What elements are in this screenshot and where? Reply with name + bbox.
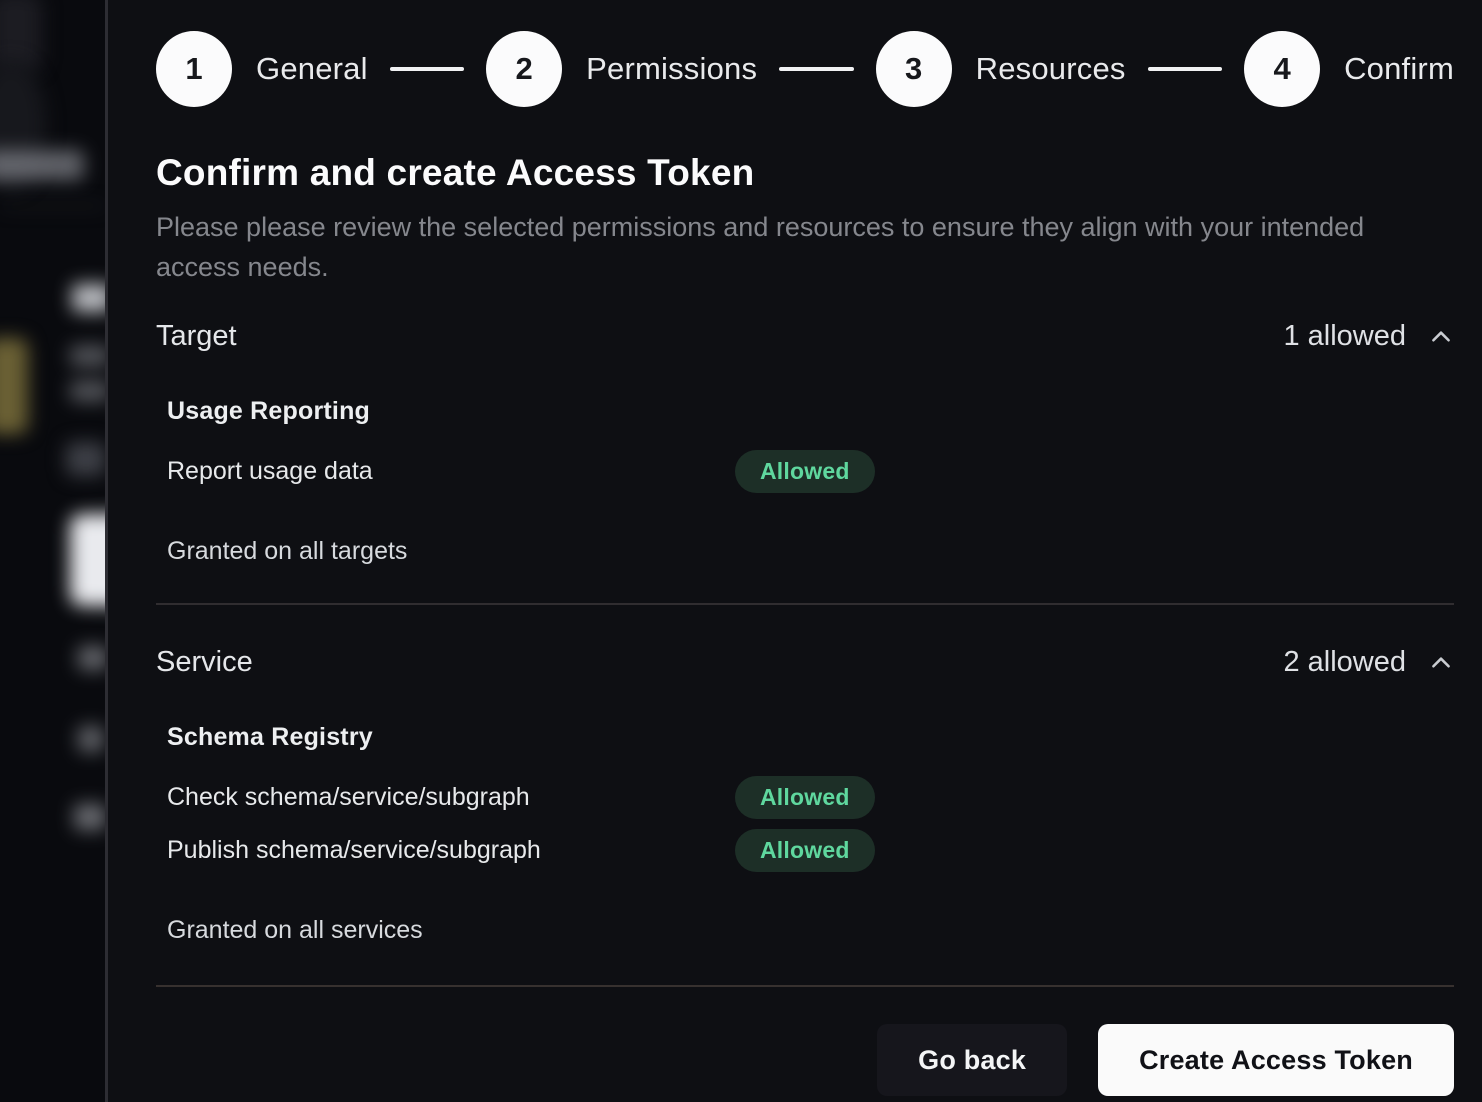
step-connector-line [779,67,853,71]
blurred-nav-text [0,150,84,180]
blurred-text-line [70,380,105,402]
wizard-stepper: 1 General 2 Permissions 3 Resources 4 Co… [156,31,1454,107]
status-badge: Allowed [735,450,875,493]
allowed-count-badge: 2 allowed [1283,646,1406,679]
blurred-text-line [70,345,105,367]
blurred-accent-blob [0,338,28,434]
permission-label: Check schema/service/subgraph [167,783,735,812]
step-number-circle: 1 [156,31,232,107]
blurred-text-fragment [74,804,105,830]
status-badge: Allowed [735,829,875,872]
permission-group-name: Usage Reporting [167,397,1454,426]
permission-label: Report usage data [167,457,735,486]
granted-note: Granted on all targets [156,537,1454,566]
create-access-token-button[interactable]: Create Access Token [1098,1024,1454,1096]
step-number-circle: 3 [876,31,952,107]
background-page-blurred [0,0,105,1102]
target-collapse-toggle[interactable]: 1 allowed [1283,320,1454,353]
permission-group-schema-registry: Schema Registry Check schema/service/sub… [156,723,1454,872]
section-title: Target [156,320,237,353]
modal-footer: Go back Create Access Token [156,1024,1454,1096]
create-access-token-modal: 1 General 2 Permissions 3 Resources 4 Co… [105,0,1482,1102]
service-collapse-toggle[interactable]: 2 allowed [1283,646,1454,679]
chevron-up-icon [1428,324,1454,350]
permission-row: Publish schema/service/subgraph Allowed [167,829,1454,872]
footer-divider [156,985,1454,987]
granted-note: Granted on all services [156,916,1454,945]
step-confirm[interactable]: 4 Confirm [1244,31,1454,107]
step-connector-line [390,67,464,71]
section-header-service: Service 2 allowed [156,646,1454,679]
step-general[interactable]: 1 General [156,31,368,107]
permission-label: Publish schema/service/subgraph [167,836,735,865]
page-description: Please please review the selected permis… [156,207,1381,287]
allowed-count-badge: 1 allowed [1283,320,1406,353]
app-root: 1 General 2 Permissions 3 Resources 4 Co… [0,0,1482,1102]
blurred-white-card [70,514,105,606]
blurred-text-fragment [78,726,104,752]
chevron-up-icon [1428,650,1454,676]
step-number-circle: 2 [486,31,562,107]
step-label: Confirm [1344,51,1454,87]
step-permissions[interactable]: 2 Permissions [486,31,757,107]
permission-group-name: Schema Registry [167,723,1454,752]
blurred-heading-fragment [72,284,105,312]
blurred-chip [66,442,105,476]
go-back-button[interactable]: Go back [877,1024,1067,1096]
step-number-circle: 4 [1244,31,1320,107]
permission-row: Check schema/service/subgraph Allowed [167,776,1454,819]
blurred-divider [0,205,105,207]
permission-row: Report usage data Allowed [167,450,1454,493]
step-resources[interactable]: 3 Resources [876,31,1126,107]
permission-group-usage-reporting: Usage Reporting Report usage data Allowe… [156,397,1454,493]
step-label: Resources [976,51,1126,87]
step-connector-line [1148,67,1222,71]
page-title: Confirm and create Access Token [156,152,1454,194]
section-header-target: Target 1 allowed [156,320,1454,353]
step-label: General [256,51,368,87]
step-label: Permissions [586,51,757,87]
section-title: Service [156,646,253,679]
blurred-text-fragment [78,646,105,670]
section-divider [156,603,1454,605]
status-badge: Allowed [735,776,875,819]
